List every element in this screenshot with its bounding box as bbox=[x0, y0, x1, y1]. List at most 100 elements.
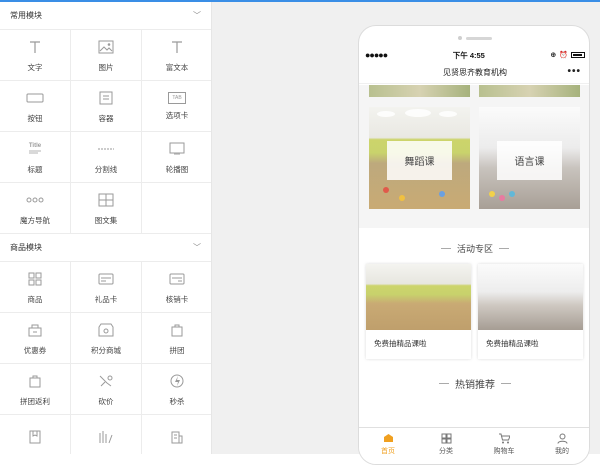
component-group-buy[interactable]: 拼团 bbox=[142, 313, 211, 364]
cube-nav-icon bbox=[26, 191, 44, 209]
component-label: 图片 bbox=[98, 62, 114, 72]
activity-card[interactable]: 免费抽精品课啦 bbox=[366, 264, 471, 359]
activity-caption: 免费抽精品课啦 bbox=[374, 339, 427, 348]
component-title[interactable]: Title 标题 bbox=[0, 132, 71, 183]
carousel-icon bbox=[168, 140, 186, 158]
lock-rotation-icon: ⊕ bbox=[550, 52, 557, 59]
image-strip-right bbox=[479, 85, 580, 97]
component-button[interactable]: 按钮 bbox=[0, 81, 71, 132]
button-icon bbox=[26, 89, 44, 107]
phone-preview: ●●●●● 下午 4:55 ⊕ ⏰ 见贤思齐教育机构 ••• 舞蹈课 语言课 活… bbox=[358, 25, 590, 465]
battery-icon bbox=[570, 52, 585, 58]
section-title: 商品模块 bbox=[10, 243, 42, 252]
flash-sale-icon bbox=[168, 372, 186, 390]
alarm-icon: ⏰ bbox=[559, 52, 568, 59]
hot-title: 热销推荐 bbox=[455, 380, 495, 391]
component-goods[interactable]: 商品 bbox=[0, 262, 71, 313]
component-label: 分割线 bbox=[94, 164, 118, 174]
activity-caption: 免费抽精品课啦 bbox=[486, 339, 539, 348]
cart-icon bbox=[498, 432, 510, 444]
component-bargain[interactable]: 砍价 bbox=[71, 364, 142, 415]
tab-cart[interactable]: 购物车 bbox=[475, 428, 533, 464]
section-header-goods[interactable]: 商品模块 ﹀ bbox=[0, 234, 211, 262]
component-image[interactable]: 图片 bbox=[71, 30, 142, 81]
tab-mine[interactable]: 我的 bbox=[533, 428, 589, 464]
component-label: 魔方导航 bbox=[20, 215, 50, 225]
image-strip-left bbox=[369, 85, 470, 97]
status-bar: ●●●●● 下午 4:55 ⊕ ⏰ bbox=[359, 48, 589, 62]
component-group-rebate[interactable]: 拼团返利 bbox=[0, 364, 71, 415]
activity-photo bbox=[478, 264, 583, 330]
title-line-left bbox=[440, 248, 451, 249]
tab-category[interactable]: 分类 bbox=[417, 428, 475, 464]
activity-title: 活动专区 bbox=[456, 244, 493, 254]
component-tab[interactable]: TAB 选项卡 bbox=[142, 81, 211, 132]
component-flash-sale[interactable]: 秒杀 bbox=[142, 364, 211, 415]
divider-icon bbox=[97, 140, 115, 158]
component-more-1[interactable] bbox=[0, 415, 71, 454]
page-title: 见贤思齐教育机构 bbox=[443, 68, 507, 77]
component-label: 积分商城 bbox=[91, 345, 121, 355]
component-container[interactable]: 容器 bbox=[71, 81, 142, 132]
image-text-icon bbox=[97, 191, 115, 209]
category-grid-icon bbox=[440, 432, 452, 444]
goods-grid-icon bbox=[26, 270, 44, 288]
component-points-mall[interactable]: 积分商城 bbox=[71, 313, 142, 364]
component-label: 砍价 bbox=[98, 396, 114, 406]
course-card-language[interactable]: 语言课 bbox=[479, 107, 580, 209]
more-menu-icon[interactable]: ••• bbox=[567, 66, 581, 77]
component-image-text[interactable]: 图文集 bbox=[71, 183, 142, 234]
component-label: 拼团返利 bbox=[20, 396, 50, 406]
course-label: 语言课 bbox=[497, 141, 562, 180]
tab-label: 首页 bbox=[381, 448, 395, 455]
bottom-tab-bar: 首页 分类 购物车 我的 bbox=[359, 427, 589, 464]
component-label: 图文集 bbox=[94, 215, 118, 225]
container-icon bbox=[97, 89, 115, 107]
component-label: 标题 bbox=[27, 164, 43, 174]
book-icon bbox=[26, 428, 44, 446]
building-icon bbox=[168, 428, 186, 446]
signal-dots: ●●●●● bbox=[365, 50, 388, 60]
chevron-down-icon[interactable]: ﹀ bbox=[193, 242, 201, 253]
title-line-left bbox=[439, 383, 449, 384]
section-title: 常用模块 bbox=[10, 11, 42, 20]
component-label: 拼团 bbox=[169, 345, 185, 355]
activity-section: 活动专区 免费抽精品课啦 免费抽精品课啦 热销推荐 bbox=[359, 228, 589, 427]
tab-icon-text: TAB bbox=[172, 94, 182, 101]
rich-text-T-icon bbox=[168, 38, 186, 56]
tab-home[interactable]: 首页 bbox=[359, 428, 417, 464]
course-card-dance[interactable]: 舞蹈课 bbox=[369, 107, 470, 209]
phone-camera bbox=[458, 36, 462, 40]
component-more-3[interactable] bbox=[142, 415, 211, 454]
chevron-down-icon[interactable]: ﹀ bbox=[193, 10, 201, 21]
page-title-bar: 见贤思齐教育机构 ••• bbox=[359, 62, 589, 84]
component-label: 按钮 bbox=[27, 113, 43, 123]
component-cube-nav[interactable]: 魔方导航 bbox=[0, 183, 71, 234]
component-label: 选项卡 bbox=[165, 110, 189, 120]
component-rich-text[interactable]: 富文本 bbox=[142, 30, 211, 81]
component-divider[interactable]: 分割线 bbox=[71, 132, 142, 183]
component-more-2[interactable] bbox=[71, 415, 142, 454]
component-coupon[interactable]: 优惠券 bbox=[0, 313, 71, 364]
component-gift-card[interactable]: 礼品卡 bbox=[71, 262, 142, 313]
books-icon bbox=[97, 428, 115, 446]
component-text[interactable]: 文字 bbox=[0, 30, 71, 81]
component-verify-card[interactable]: 核销卡 bbox=[142, 262, 211, 313]
group-rebate-icon bbox=[26, 372, 44, 390]
tab-label: 购物车 bbox=[493, 448, 515, 455]
section-header-common[interactable]: 常用模块 ﹀ bbox=[0, 2, 211, 30]
tab-label: 分类 bbox=[439, 448, 453, 455]
component-label: 商品 bbox=[27, 294, 43, 304]
hot-title-row: 热销推荐 bbox=[359, 376, 589, 391]
points-mall-icon bbox=[97, 321, 115, 339]
activity-card[interactable]: 免费抽精品课啦 bbox=[478, 264, 583, 359]
common-module-grid: 文字 图片 富文本 按钮 容器 TAB 选项卡 Title 标题 分割线 轮播图… bbox=[0, 30, 211, 234]
bargain-icon bbox=[97, 372, 115, 390]
text-T-icon bbox=[26, 38, 44, 56]
component-label: 优惠券 bbox=[23, 345, 47, 355]
title-line-right bbox=[499, 248, 509, 249]
component-carousel[interactable]: 轮播图 bbox=[142, 132, 211, 183]
component-panel: 常用模块 ﹀ 文字 图片 富文本 按钮 容器 TAB 选项卡 Title 标题 … bbox=[0, 2, 212, 454]
component-label: 秒杀 bbox=[169, 396, 185, 406]
title-line-right bbox=[501, 383, 511, 384]
